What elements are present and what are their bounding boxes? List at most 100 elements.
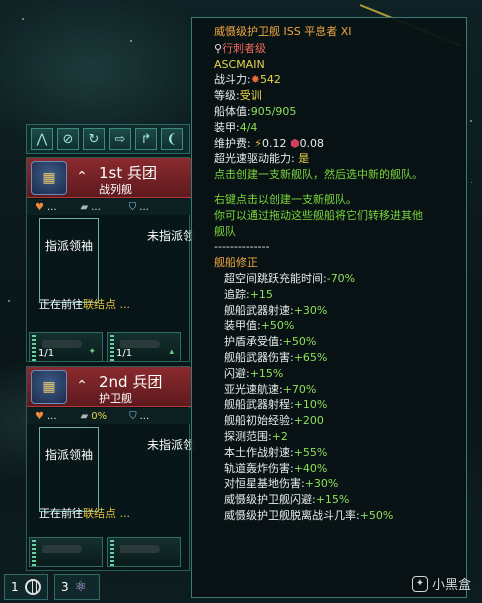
- fleet-name[interactable]: 2nd 兵团: [99, 371, 162, 392]
- fleet-stats: ♥... ▰ 0% ⛉...: [27, 408, 191, 424]
- hull-label: 船体值:: [214, 104, 251, 118]
- stat-value: ...: [46, 410, 57, 422]
- modifier-row: 超空间跳跃充能时间:-70%: [214, 271, 466, 287]
- stat-value: ...: [139, 410, 150, 422]
- fleet-destination: 正在前往联结点 ...: [39, 296, 130, 312]
- ftl-line: 超光速驱动能力: 是: [214, 151, 466, 167]
- modifier-row: 舰船初始经验:+200: [214, 413, 466, 429]
- drag-hint-1: 你可以通过拖动这些舰船将它们转移进其他: [214, 208, 423, 222]
- assign-leader-label: 指派领袖: [44, 448, 93, 462]
- map-label: ·: [470, 178, 474, 189]
- upkeep-line: 维护费: ⚡0.12 ⬢0.08: [214, 136, 466, 152]
- level-label: 等级:: [214, 89, 240, 103]
- fleet-name[interactable]: 1st 兵团: [99, 162, 157, 183]
- modifier-value: +50%: [260, 319, 295, 333]
- ship-status-icon: ▴: [169, 347, 174, 357]
- move-arrow-icon[interactable]: ⇨: [109, 128, 131, 150]
- right-click-hint: 右键点击以创建一支新舰队。: [214, 192, 357, 206]
- drag-hint-2: 舰队: [214, 224, 236, 238]
- stop-icon[interactable]: ⊘: [57, 128, 79, 150]
- fleet-panel-1[interactable]: ▦ ⌃ 1st 兵团 战列舰 ♥... ▰... ⛉... 指派领袖 未指派领 …: [26, 157, 195, 362]
- fleet-panel-2[interactable]: ▦ ⌃ 2nd 兵团 护卫舰 ♥... ▰ 0% ⛉... 指派领袖 未指派领 正…: [26, 366, 195, 571]
- ship-silhouette-icon: [120, 545, 160, 553]
- watermark: ✦ 小黑盒: [412, 574, 471, 593]
- split-fleet-icon[interactable]: ⋀: [31, 128, 53, 150]
- modifier-label: 舰船武器射程:: [224, 398, 294, 412]
- upkeep-label: 维护费:: [214, 136, 251, 150]
- modifier-label: 舰船武器射速:: [224, 303, 294, 317]
- planets-tab[interactable]: 1: [4, 574, 48, 600]
- ship-card[interactable]: [107, 537, 181, 567]
- ship-count: 1/1: [116, 348, 133, 359]
- fleet-header[interactable]: ▦ ⌃ 1st 兵团 战列舰: [27, 158, 191, 198]
- ship-card[interactable]: 1/1 ▴: [107, 332, 181, 362]
- ship-count: 1/1: [38, 348, 55, 359]
- ship-title: 威慑级护卫舰 ISS 平息者 XI: [214, 25, 352, 38]
- power-label: 战斗力:: [214, 73, 251, 87]
- armor-value: 4/4: [239, 120, 258, 134]
- ship-card[interactable]: 1/1 ✦: [29, 332, 103, 362]
- ship-row: [27, 537, 191, 567]
- return-arrow-icon[interactable]: ↱: [135, 128, 157, 150]
- loop-icon[interactable]: ↻: [83, 128, 105, 150]
- globe-icon: [24, 579, 41, 595]
- modifier-row: 追踪:+15: [214, 287, 466, 303]
- research-tab[interactable]: 3 ⚛: [54, 574, 100, 600]
- stat-value: ...: [91, 201, 101, 213]
- armor-icon: ▰: [80, 201, 89, 213]
- modifier-value: +70%: [282, 382, 317, 396]
- modifier-value: +15%: [249, 366, 284, 380]
- destination-target[interactable]: 联结点 ...: [83, 507, 130, 520]
- atom-icon: ⚛: [74, 579, 88, 595]
- modifier-row: 本土作战射速:+55%: [214, 445, 466, 461]
- assign-leader-button[interactable]: 指派领袖: [39, 218, 99, 303]
- star: [130, 40, 132, 42]
- modifier-value: +55%: [293, 445, 328, 459]
- destination-target[interactable]: 联结点 ...: [83, 298, 130, 311]
- modifier-value: +2: [271, 429, 288, 443]
- power-icon: ✸: [250, 73, 260, 87]
- shield-icon: ⛉: [129, 410, 137, 422]
- fleet-emblem-icon: ▦: [31, 161, 67, 195]
- modifier-row: 对恒星基地伤害:+30%: [214, 476, 466, 492]
- energy-icon: ⚡: [254, 136, 262, 150]
- modifier-row: 轨道轰炸伤害:+40%: [214, 461, 466, 477]
- modifier-label: 威慑级护卫舰脱离战斗几率:: [224, 508, 360, 522]
- modifier-row: 舰船武器射程:+10%: [214, 397, 466, 413]
- stat-value: 0%: [91, 410, 108, 422]
- research-count: 3: [61, 580, 69, 594]
- modifier-row: 闪避:+15%: [214, 366, 466, 382]
- upkeep-energy: 0.12: [261, 136, 287, 150]
- ship-silhouette-icon: [42, 340, 82, 348]
- rank-chevron-icon: ⌃: [76, 378, 88, 394]
- fleet-header[interactable]: ▦ ⌃ 2nd 兵团 护卫舰: [27, 367, 191, 407]
- more-icon[interactable]: ❨: [161, 128, 183, 150]
- modifier-row: 亚光速航速:+70%: [214, 382, 466, 398]
- modifier-value: +10%: [293, 398, 328, 412]
- modifier-label: 本土作战射速:: [224, 445, 294, 459]
- fleet-stats: ♥... ▰... ⛉...: [27, 199, 191, 215]
- assign-leader-button[interactable]: 指派领袖: [39, 427, 99, 512]
- destination-prefix: 正在前往: [39, 298, 83, 311]
- ship-tooltip: 威慑级护卫舰 ISS 平息者 XI ⚲行刺者级 ASCMAIN 战斗力:✸542…: [191, 17, 467, 598]
- watermark-text: 小黑盒: [432, 578, 472, 593]
- modifier-label: 轨道轰炸伤害:: [224, 461, 294, 475]
- modifier-label: 护盾承受值:: [224, 335, 283, 349]
- ftl-value: 是: [298, 152, 310, 166]
- modifier-value: +30%: [293, 303, 328, 317]
- unassigned-leader-text: 未指派领: [147, 438, 196, 452]
- star: [8, 300, 10, 302]
- modifier-value: +15%: [315, 493, 350, 507]
- fleet-class: 护卫舰: [99, 392, 132, 405]
- watermark-logo-icon: ✦: [412, 575, 428, 592]
- modifier-value: +30%: [304, 477, 339, 491]
- tooltip-divider: --------------: [214, 240, 270, 254]
- armor-icon: ▰: [80, 410, 89, 422]
- modifier-label: 舰船初始经验:: [224, 414, 294, 428]
- modifier-list: 超空间跳跃充能时间:-70% 追踪:+15 舰船武器射速:+30% 装甲值:+50% 护…: [214, 271, 466, 524]
- ship-card[interactable]: [29, 537, 103, 567]
- modifier-value: +40%: [293, 461, 328, 475]
- power-line: 战斗力:✸542: [214, 72, 466, 88]
- modifier-label: 装甲值:: [224, 319, 261, 333]
- ship-silhouette-icon: [42, 545, 82, 553]
